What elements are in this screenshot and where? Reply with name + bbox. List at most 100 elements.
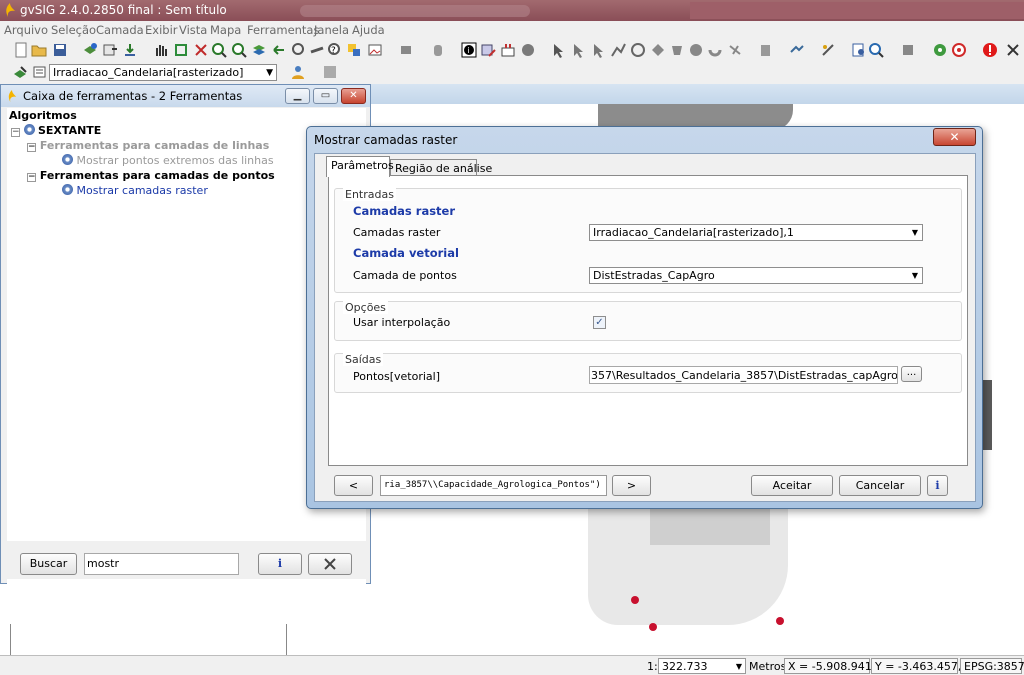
zoom-previous-icon[interactable] (271, 42, 287, 58)
menu-arquivo[interactable]: Arquivo (4, 23, 48, 37)
tree-node-line-tools[interactable]: − Ferramentas para camadas de linhas (27, 139, 269, 152)
menu-vista[interactable]: Vista (179, 23, 207, 37)
copy-layer-icon[interactable] (758, 42, 774, 58)
error-alert-icon[interactable] (982, 42, 998, 58)
vector-section-title: Camada vetorial (353, 246, 459, 260)
points-layer-select[interactable]: DistEstradas_CapAgro ▼ (589, 267, 923, 284)
options-group-label: Opções (343, 301, 388, 314)
layer-properties-icon[interactable] (32, 64, 48, 80)
pan-hand-icon[interactable] (153, 42, 169, 58)
accept-button[interactable]: Aceitar (751, 475, 833, 496)
zoom-full-icon[interactable] (173, 42, 189, 58)
select-polygon-icon[interactable] (590, 42, 606, 58)
tools-wrench-icon[interactable] (1005, 42, 1021, 58)
tab-regiao-analise[interactable]: Região de análise (390, 159, 492, 176)
raster-layers-value: Irradiacao_Candelaria[rasterizado],1 (593, 226, 794, 239)
points-layer-label: Camada de pontos (353, 269, 457, 282)
select-rectangle-icon[interactable] (570, 42, 586, 58)
stop-icon[interactable] (900, 42, 916, 58)
menu-selecao[interactable]: Seleção (51, 23, 96, 37)
layers-icon[interactable] (251, 42, 267, 58)
hyperlink-icon[interactable] (346, 42, 362, 58)
dialog-close-button[interactable]: ✕ (933, 128, 976, 146)
select-polyline-icon[interactable] (610, 42, 626, 58)
locate-search-icon[interactable] (868, 42, 884, 58)
tree-item-show-raster[interactable]: Mostrar camadas raster (62, 184, 208, 197)
command-field[interactable]: ria_3857\\Capacidade_Agrologica_Pontos") (380, 475, 607, 496)
tools-config-button[interactable] (308, 553, 352, 575)
user-icon[interactable] (290, 64, 306, 80)
close-button[interactable]: ✕ (341, 88, 366, 104)
collapse-icon[interactable]: − (27, 173, 36, 182)
previous-button[interactable]: < (334, 475, 373, 496)
active-layer-select[interactable]: Irradiacao_Candelaria[rasterizado] ▼ (49, 64, 277, 81)
add-layer-icon[interactable] (82, 42, 98, 58)
raster-layers-select[interactable]: Irradiacao_Candelaria[rasterizado],1 ▼ (589, 224, 923, 241)
layer-edit-icon[interactable] (12, 64, 28, 80)
output-points-path[interactable]: 357\Resultados_Candelaria_3857\DistEstra… (589, 366, 898, 384)
open-folder-icon[interactable] (31, 42, 47, 58)
menu-ajuda[interactable]: Ajuda (352, 23, 385, 37)
interpolation-checkbox[interactable]: ✓ (593, 316, 606, 329)
tree-node-sextante[interactable]: − SEXTANTE (11, 124, 101, 137)
snapping-icon[interactable] (820, 42, 836, 58)
y-coordinate: Y = -3.463.457,94 (871, 658, 975, 674)
geoprocess-icon[interactable] (789, 42, 805, 58)
zoom-select-icon[interactable] (291, 42, 307, 58)
output-points-label: Pontos[vetorial] (353, 370, 440, 383)
cancel-button[interactable]: Cancelar (839, 475, 921, 496)
tree-node-point-tools[interactable]: − Ferramentas para camadas de pontos (27, 169, 275, 182)
select-circle-icon[interactable] (630, 42, 646, 58)
select-area-icon[interactable] (650, 42, 666, 58)
measure-icon[interactable] (309, 42, 325, 58)
epsg-code: EPSG:3857 (960, 658, 1024, 674)
zoom-extent-icon[interactable] (193, 42, 209, 58)
database-icon[interactable] (430, 42, 446, 58)
disabled-tool-icon[interactable] (322, 64, 338, 80)
browse-button[interactable]: ... (901, 366, 922, 382)
import-icon[interactable] (122, 42, 138, 58)
search-button[interactable]: Buscar (20, 553, 77, 575)
target-icon[interactable] (951, 42, 967, 58)
menu-exibir[interactable]: Exibir (145, 23, 178, 37)
collapse-icon[interactable]: − (11, 128, 20, 137)
tab-parametros[interactable]: Parâmetros (326, 156, 394, 177)
minimize-button[interactable]: ▁ (285, 88, 310, 104)
add-vector-layer-icon[interactable] (102, 42, 118, 58)
image-icon[interactable] (367, 42, 383, 58)
map-tool-icon[interactable] (520, 42, 536, 58)
table-icon[interactable] (500, 42, 516, 58)
scale-select[interactable]: 322.733 ▼ (658, 658, 746, 674)
menu-camada[interactable]: Camada (96, 23, 144, 37)
select-by-layer-icon[interactable] (669, 42, 685, 58)
tree-root-label[interactable]: Algoritmos (9, 109, 77, 122)
edit-attributes-icon[interactable] (480, 42, 496, 58)
collapse-icon[interactable]: − (27, 143, 36, 152)
tree-item-line-extremes[interactable]: Mostrar pontos extremos das linhas (62, 154, 274, 167)
query-info-icon[interactable]: ? (327, 42, 343, 58)
print-layout-icon[interactable] (851, 42, 867, 58)
clear-selection-icon[interactable] (727, 42, 743, 58)
zoom-out-icon[interactable] (231, 42, 247, 58)
locator-icon[interactable] (398, 42, 414, 58)
new-document-icon[interactable] (13, 42, 29, 58)
maximize-button[interactable]: ▭ (313, 88, 338, 104)
settings-gear-icon[interactable] (932, 42, 948, 58)
save-icon[interactable] (52, 42, 68, 58)
invert-selection-icon[interactable] (707, 42, 723, 58)
menu-mapa[interactable]: Mapa (210, 23, 241, 37)
info-button[interactable]: i (258, 553, 302, 575)
next-button[interactable]: > (612, 475, 651, 496)
outputs-group: Saídas Pontos[vetorial] 357\Resultados_C… (334, 353, 962, 393)
select-all-icon[interactable] (688, 42, 704, 58)
menu-janela[interactable]: Janela (314, 23, 349, 37)
toolbox-title: Caixa de ferramentas - 2 Ferramentas (23, 89, 243, 103)
search-input[interactable]: mostr (84, 553, 239, 575)
help-info-button[interactable]: i (927, 475, 948, 496)
select-arrow-icon[interactable] (550, 42, 566, 58)
info-tool-icon[interactable]: i (461, 42, 477, 58)
line-tools-label: Ferramentas para camadas de linhas (39, 139, 270, 152)
svg-text:?: ? (331, 46, 336, 56)
zoom-in-icon[interactable] (211, 42, 227, 58)
menu-ferramentas[interactable]: Ferramentas (247, 23, 319, 37)
